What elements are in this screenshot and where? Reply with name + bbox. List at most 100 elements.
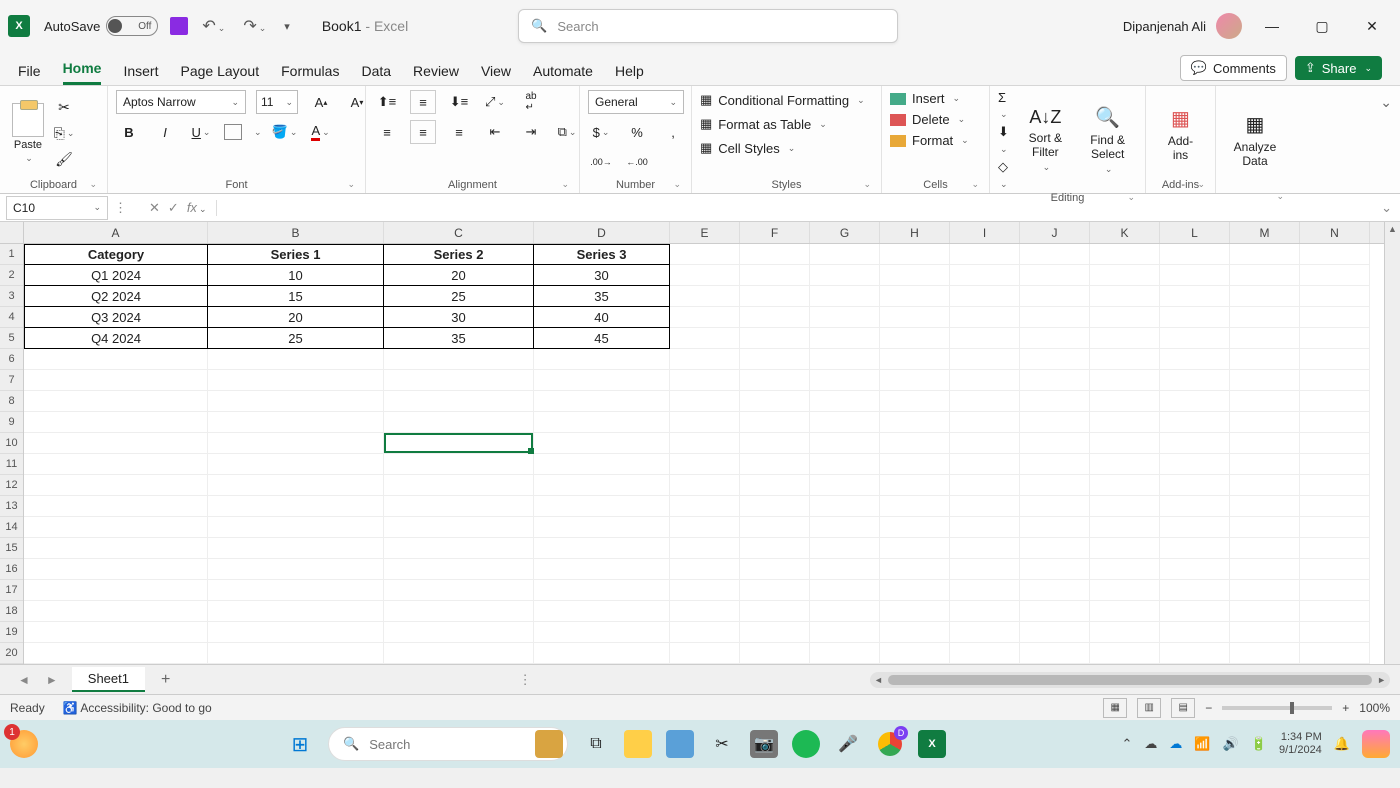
decrease-indent-button[interactable]: ⇤ <box>482 120 508 144</box>
cell-D11[interactable] <box>534 454 670 475</box>
cell-J12[interactable] <box>1020 475 1090 496</box>
cell-F14[interactable] <box>740 517 810 538</box>
search-box[interactable]: 🔍 Search <box>518 9 898 43</box>
wifi-icon[interactable]: 📶 <box>1194 736 1210 752</box>
cell-C17[interactable] <box>384 580 534 601</box>
scrollbar-thumb[interactable] <box>888 675 1372 685</box>
cell-L8[interactable] <box>1160 391 1230 412</box>
cell-N18[interactable] <box>1300 601 1370 622</box>
cell-F1[interactable] <box>740 244 810 265</box>
cell-I11[interactable] <box>950 454 1020 475</box>
save-icon[interactable] <box>170 17 188 35</box>
cell-E5[interactable] <box>670 328 740 349</box>
cell-K15[interactable] <box>1090 538 1160 559</box>
cell-N7[interactable] <box>1300 370 1370 391</box>
cell-K13[interactable] <box>1090 496 1160 517</box>
cell-N9[interactable] <box>1300 412 1370 433</box>
cell-K20[interactable] <box>1090 643 1160 664</box>
cell-B2[interactable]: 10 <box>208 265 384 286</box>
cell-E15[interactable] <box>670 538 740 559</box>
cell-D7[interactable] <box>534 370 670 391</box>
cell-L17[interactable] <box>1160 580 1230 601</box>
cell-L9[interactable] <box>1160 412 1230 433</box>
cell-G5[interactable] <box>810 328 880 349</box>
cell-B10[interactable] <box>208 433 384 454</box>
comments-button[interactable]: 💬Comments <box>1180 55 1287 81</box>
align-left-button[interactable]: ≡ <box>374 120 400 144</box>
cell-C19[interactable] <box>384 622 534 643</box>
cell-G3[interactable] <box>810 286 880 307</box>
cell-J3[interactable] <box>1020 286 1090 307</box>
cell-J9[interactable] <box>1020 412 1090 433</box>
cell-B17[interactable] <box>208 580 384 601</box>
cell-E14[interactable] <box>670 517 740 538</box>
row-header-18[interactable]: 18 <box>0 601 23 622</box>
cell-M20[interactable] <box>1230 643 1300 664</box>
cell-N10[interactable] <box>1300 433 1370 454</box>
currency-button[interactable]: $⌄ <box>588 120 614 144</box>
cell-C8[interactable] <box>384 391 534 412</box>
cell-H13[interactable] <box>880 496 950 517</box>
add-sheet-button[interactable]: + <box>151 671 180 689</box>
cell-A6[interactable] <box>24 349 208 370</box>
task-view-button[interactable]: ⧉ <box>582 730 610 758</box>
cell-D15[interactable] <box>534 538 670 559</box>
cell-G6[interactable] <box>810 349 880 370</box>
cell-G20[interactable] <box>810 643 880 664</box>
cell-H15[interactable] <box>880 538 950 559</box>
name-box[interactable]: C10⌄ <box>6 196 108 220</box>
vertical-scrollbar[interactable] <box>1384 222 1400 664</box>
cell-M12[interactable] <box>1230 475 1300 496</box>
cell-J14[interactable] <box>1020 517 1090 538</box>
cell-F2[interactable] <box>740 265 810 286</box>
cell-styles-button[interactable]: ▦ Cell Styles⌄ <box>700 138 795 158</box>
cell-H7[interactable] <box>880 370 950 391</box>
cell-C13[interactable] <box>384 496 534 517</box>
cell-A9[interactable] <box>24 412 208 433</box>
cell-E17[interactable] <box>670 580 740 601</box>
find-select-button[interactable]: 🔍Find & Select⌄ <box>1078 101 1137 179</box>
cell-J10[interactable] <box>1020 433 1090 454</box>
cell-K2[interactable] <box>1090 265 1160 286</box>
cell-J13[interactable] <box>1020 496 1090 517</box>
cell-N6[interactable] <box>1300 349 1370 370</box>
align-bottom-button[interactable]: ⬇≡ <box>446 90 472 114</box>
row-header-1[interactable]: 1 <box>0 244 23 265</box>
cell-C3[interactable]: 25 <box>384 286 534 307</box>
cell-L15[interactable] <box>1160 538 1230 559</box>
cell-H9[interactable] <box>880 412 950 433</box>
cell-E12[interactable] <box>670 475 740 496</box>
cell-I4[interactable] <box>950 307 1020 328</box>
cell-D3[interactable]: 35 <box>534 286 670 307</box>
row-header-6[interactable]: 6 <box>0 349 23 370</box>
row-header-9[interactable]: 9 <box>0 412 23 433</box>
cell-J20[interactable] <box>1020 643 1090 664</box>
cell-A17[interactable] <box>24 580 208 601</box>
analyze-data-button[interactable]: ▦Analyze Data <box>1224 108 1286 172</box>
delete-cells-button[interactable]: Delete ⌄ <box>890 111 965 128</box>
cell-A5[interactable]: Q4 2024 <box>24 328 208 349</box>
calculator-icon[interactable] <box>666 730 694 758</box>
cell-J1[interactable] <box>1020 244 1090 265</box>
autosum-button[interactable]: Σ ⌄ <box>998 90 1012 120</box>
font-name-select[interactable]: Aptos Narrow⌄ <box>116 90 246 114</box>
cell-M5[interactable] <box>1230 328 1300 349</box>
cell-D5[interactable]: 45 <box>534 328 670 349</box>
cell-D18[interactable] <box>534 601 670 622</box>
tab-data[interactable]: Data <box>361 63 391 85</box>
cell-A16[interactable] <box>24 559 208 580</box>
cell-E2[interactable] <box>670 265 740 286</box>
cell-A1[interactable]: Category <box>24 244 208 265</box>
cell-B1[interactable]: Series 1 <box>208 244 384 265</box>
cell-C20[interactable] <box>384 643 534 664</box>
row-header-20[interactable]: 20 <box>0 643 23 664</box>
row-header-5[interactable]: 5 <box>0 328 23 349</box>
cell-M11[interactable] <box>1230 454 1300 475</box>
cell-C2[interactable]: 20 <box>384 265 534 286</box>
cell-L7[interactable] <box>1160 370 1230 391</box>
cell-G8[interactable] <box>810 391 880 412</box>
cell-N15[interactable] <box>1300 538 1370 559</box>
cell-D20[interactable] <box>534 643 670 664</box>
cell-H17[interactable] <box>880 580 950 601</box>
cell-D12[interactable] <box>534 475 670 496</box>
